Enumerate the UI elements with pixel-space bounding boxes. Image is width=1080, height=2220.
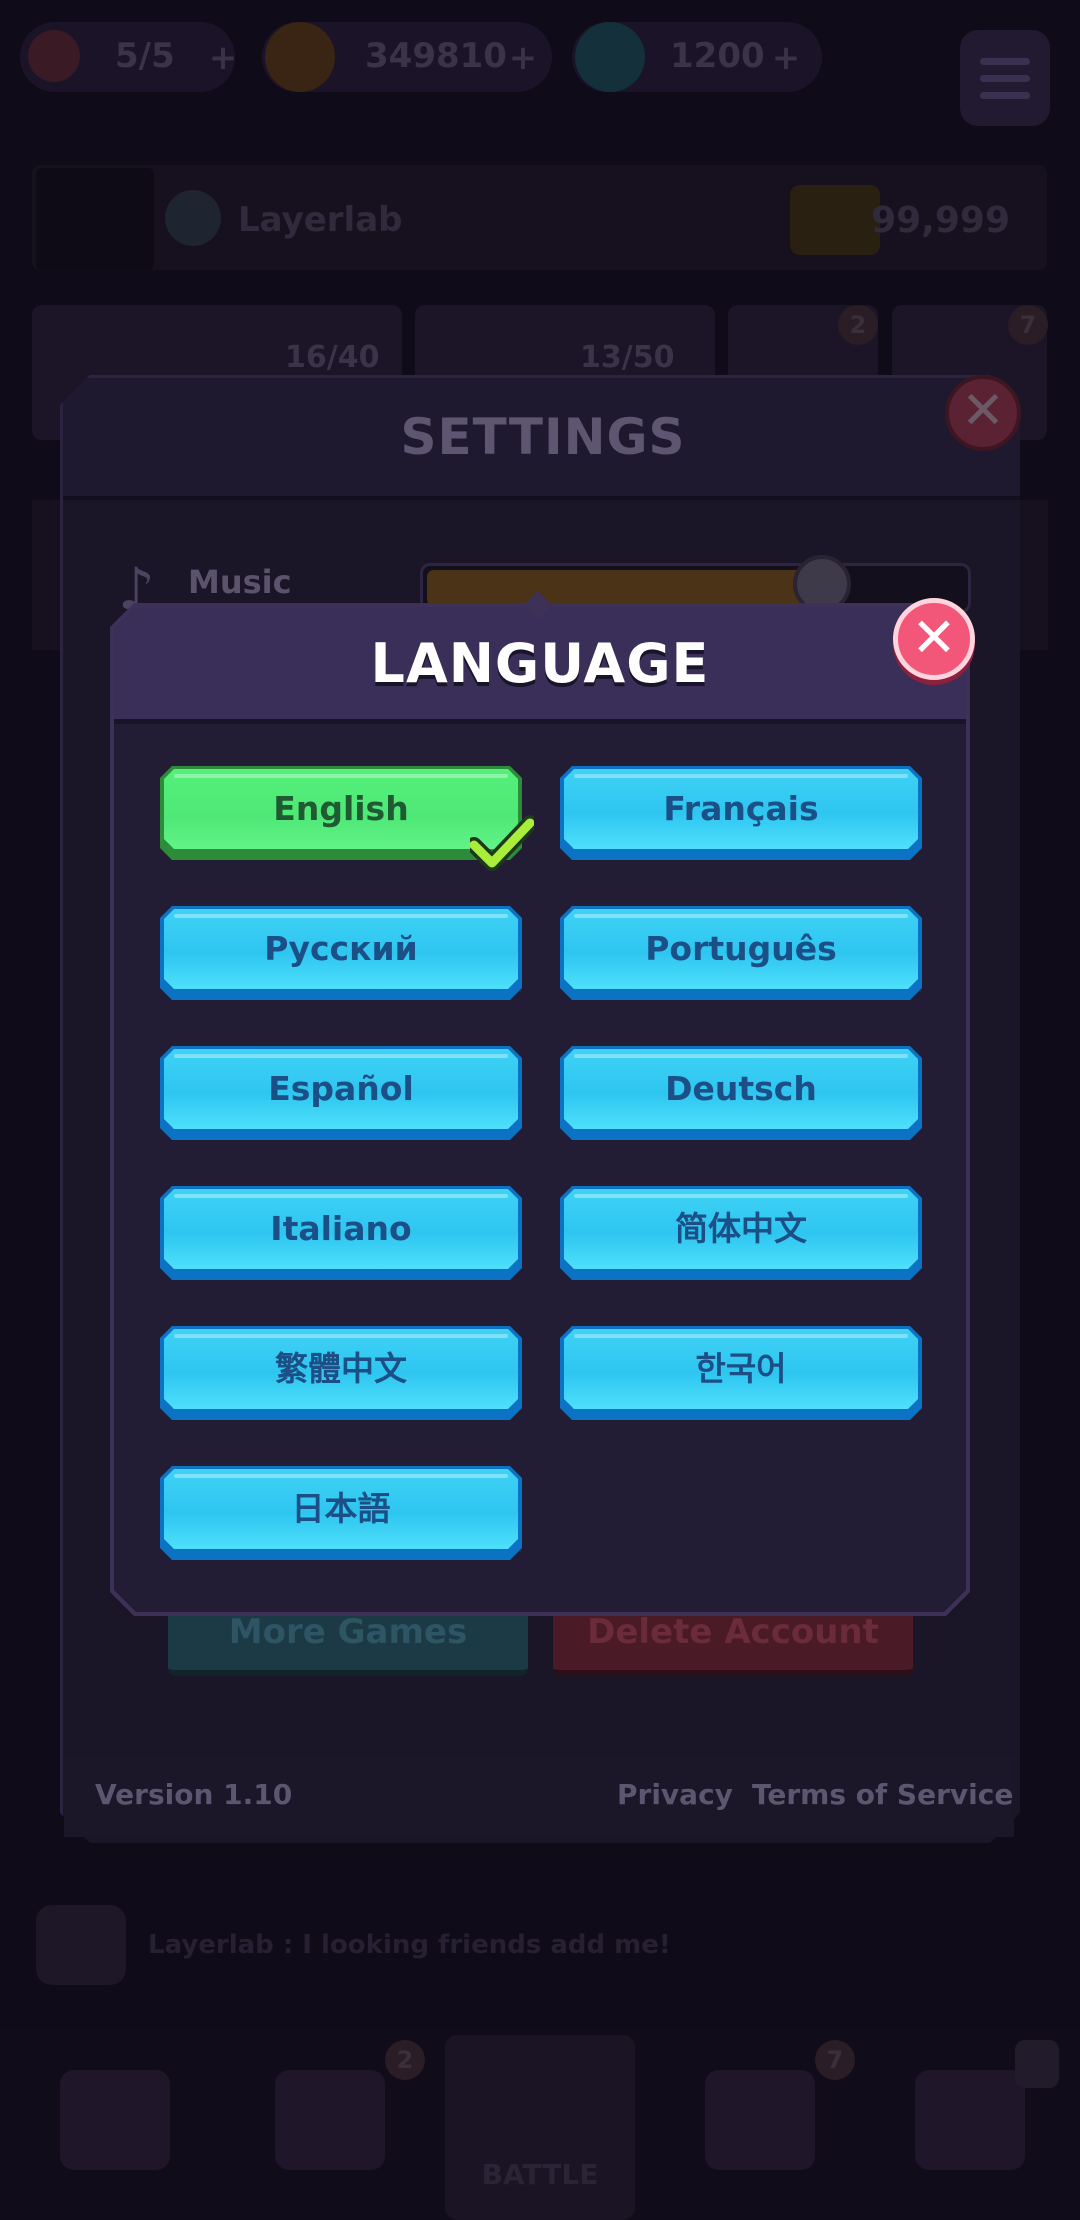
add-coins-icon[interactable]: +	[505, 40, 541, 76]
language-option-button[interactable]: Italiano	[160, 1186, 522, 1280]
side-panel	[1018, 500, 1048, 650]
language-option-label: Deutsch	[665, 1069, 817, 1108]
language-option-label: Русский	[264, 929, 418, 968]
gear-badge-icon	[165, 190, 221, 246]
checkmark-icon	[470, 815, 534, 871]
battle-label: BATTLE	[481, 2158, 599, 2191]
language-title: LANGUAGE	[370, 632, 710, 695]
gem-value: 1200	[670, 36, 765, 76]
language-option-button[interactable]: Русский	[160, 906, 522, 1000]
language-option-label: 繁體中文	[275, 1349, 407, 1388]
version-text: Version 1.10	[95, 1778, 293, 1811]
nav-badge: 2	[385, 2040, 425, 2080]
language-option-button[interactable]: Français	[560, 766, 922, 860]
language-option-button[interactable]: English	[160, 766, 522, 860]
music-label: Music	[188, 563, 292, 601]
settings-close-button[interactable]: ✕	[945, 375, 1021, 451]
language-option-button[interactable]: 한국어	[560, 1326, 922, 1420]
profile-name: Layerlab	[238, 200, 403, 240]
close-icon: ✕	[911, 606, 957, 669]
header-divider	[114, 719, 966, 724]
coin-icon	[265, 22, 335, 92]
language-option-label: Italiano	[270, 1209, 412, 1248]
coin-value: 349810	[365, 36, 507, 76]
quest-progress: 13/50	[580, 340, 675, 375]
lock-icon	[1015, 2040, 1059, 2088]
language-close-button[interactable]: ✕	[893, 598, 975, 680]
language-option-label: English	[273, 789, 409, 828]
add-energy-icon[interactable]: +	[205, 40, 241, 76]
settings-title: SETTINGS	[400, 408, 686, 466]
nav-tab-cards[interactable]	[275, 2070, 385, 2170]
trophy-icon	[790, 185, 880, 255]
chat-icon[interactable]	[36, 1905, 126, 1985]
add-gems-icon[interactable]: +	[768, 40, 804, 76]
avatar[interactable]	[36, 168, 154, 270]
trophy-count: 99,999	[871, 200, 1010, 241]
language-option-button[interactable]: Deutsch	[560, 1046, 922, 1140]
nav-tab-locked[interactable]	[915, 2070, 1025, 2170]
quest-badge: 7	[1008, 305, 1048, 345]
chat-message: Layerlab : I looking friends add me!	[148, 1930, 671, 1960]
nav-tab-battle[interactable]	[445, 2035, 635, 2220]
language-option-button[interactable]: Português	[560, 906, 922, 1000]
nav-badge: 7	[815, 2040, 855, 2080]
heart-icon	[28, 30, 80, 82]
language-option-label: 简体中文	[675, 1209, 807, 1248]
privacy-link[interactable]: Privacy	[617, 1778, 733, 1811]
language-option-label: Português	[645, 929, 837, 968]
language-option-label: 日本語	[291, 1489, 391, 1528]
music-slider-fill	[427, 570, 832, 606]
language-option-button[interactable]: Español	[160, 1046, 522, 1140]
language-option-label: Français	[663, 789, 819, 828]
terms-link[interactable]: Terms of Service	[752, 1778, 1013, 1811]
menu-button[interactable]	[960, 30, 1050, 126]
language-option-button[interactable]: 日本語	[160, 1466, 522, 1560]
nav-tab-clan[interactable]	[705, 2070, 815, 2170]
language-option-button[interactable]: 简体中文	[560, 1186, 922, 1280]
energy-value: 5/5	[115, 36, 175, 76]
nav-tab-shop[interactable]	[60, 2070, 170, 2170]
language-option-button[interactable]: 繁體中文	[160, 1326, 522, 1420]
side-panel	[32, 500, 62, 650]
language-option-label: Español	[268, 1069, 414, 1108]
quest-progress: 16/40	[285, 340, 380, 375]
language-option-label: 한국어	[695, 1349, 787, 1388]
gem-icon	[575, 22, 645, 92]
quest-badge: 2	[838, 305, 878, 345]
